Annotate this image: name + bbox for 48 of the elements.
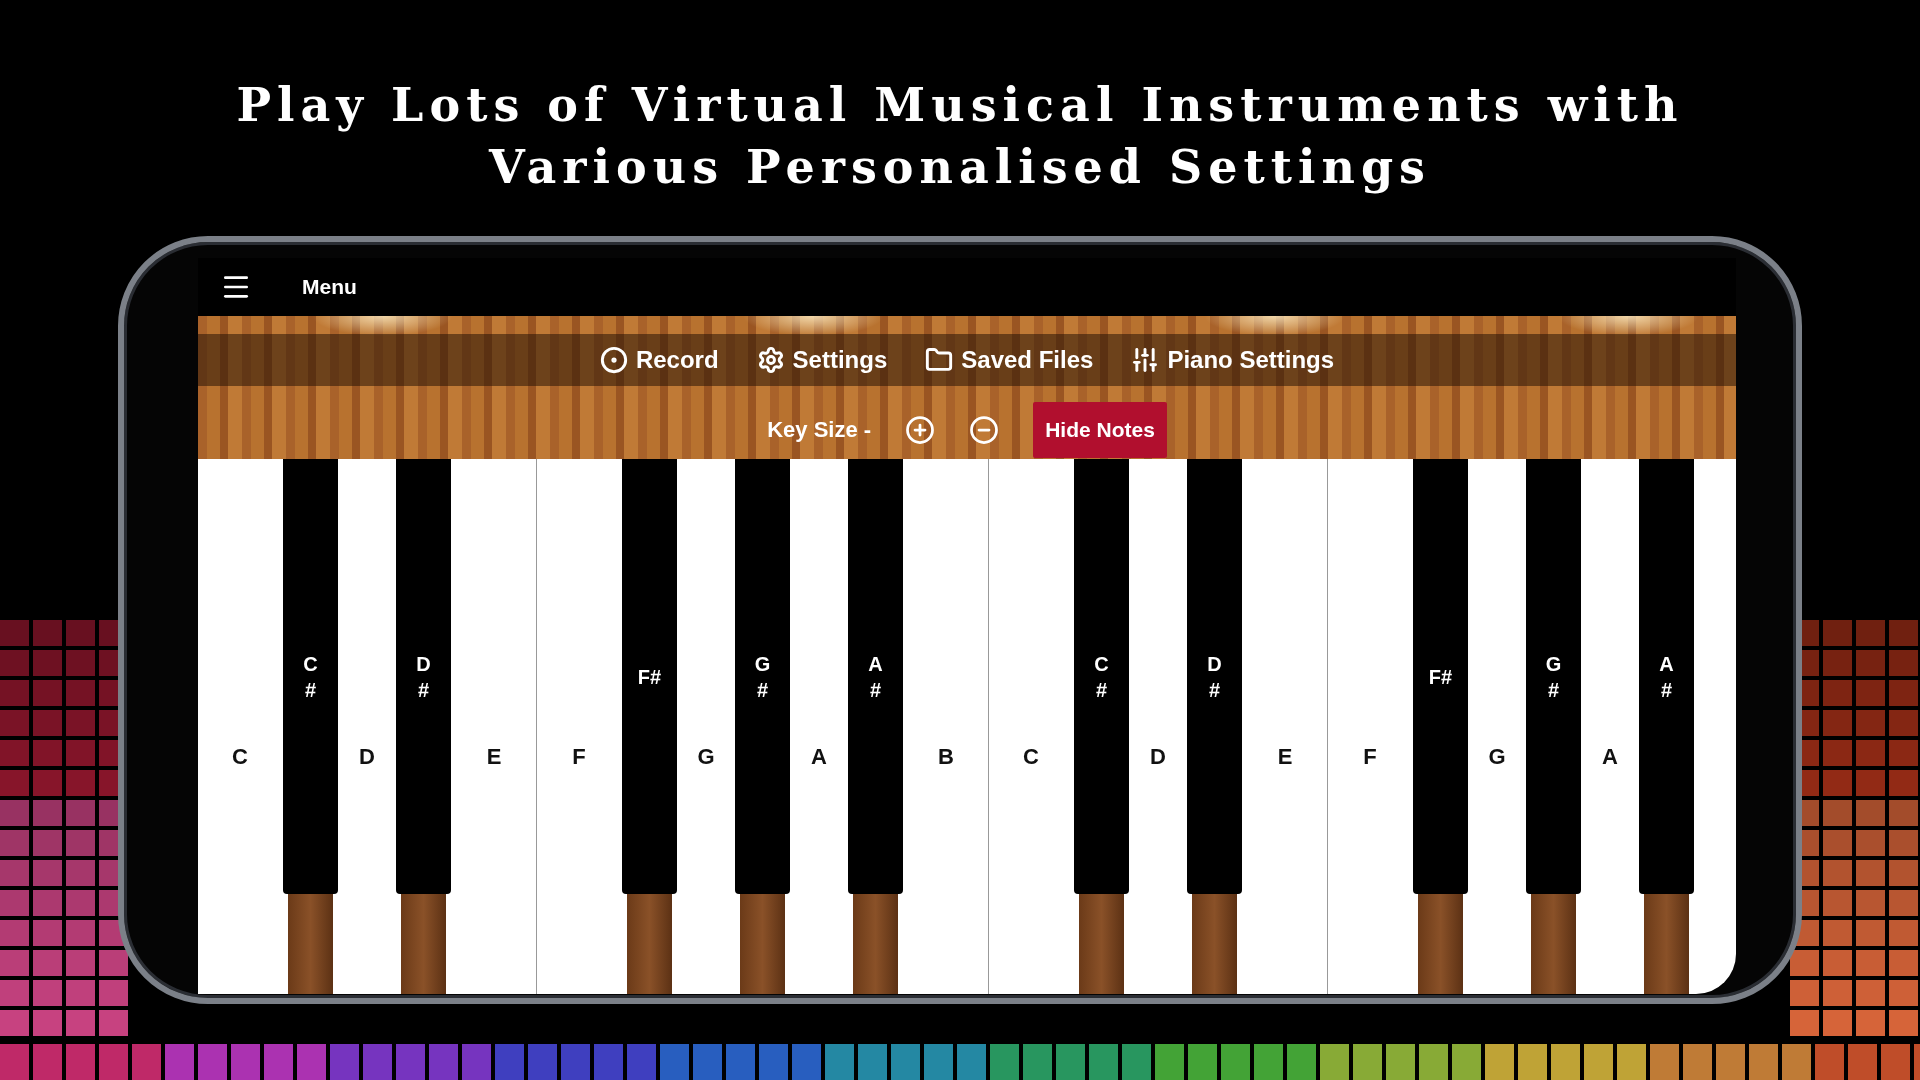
sharp-key[interactable]: F# <box>622 459 677 894</box>
sharp-key[interactable]: G # <box>735 459 790 894</box>
zoom-out-icon[interactable] <box>969 415 1000 445</box>
sharp-key[interactable]: D # <box>1187 459 1242 894</box>
zoom-in-icon[interactable] <box>905 415 936 445</box>
note-label: A <box>1602 744 1618 770</box>
sharp-key[interactable]: D # <box>396 459 451 894</box>
sharp-key[interactable]: C # <box>283 459 338 894</box>
toolbar-button[interactable]: Piano Settings <box>1131 346 1335 374</box>
hide-notes-button[interactable]: Hide Notes <box>1033 402 1167 458</box>
note-label: D # <box>1207 651 1222 703</box>
toolbar-button[interactable]: Settings <box>756 346 888 374</box>
note-label: A <box>811 744 827 770</box>
folder-icon <box>925 346 954 374</box>
note-label: F# <box>637 664 662 690</box>
sharp-key[interactable]: A # <box>1639 459 1694 894</box>
menu-title: Menu <box>302 275 357 299</box>
sharp-key[interactable]: A # <box>848 459 903 894</box>
note-label: B <box>938 744 954 770</box>
note-label: C <box>1023 744 1039 770</box>
note-label: G # <box>1545 651 1562 703</box>
sliders-icon <box>1131 346 1160 374</box>
toolbar-button[interactable]: Saved Files <box>925 346 1094 374</box>
headline: Various Personalised Settings <box>489 140 1431 194</box>
note-label: D <box>359 744 375 770</box>
note-label: D # <box>416 651 431 703</box>
note-label: F <box>1363 744 1377 770</box>
note-label: C <box>232 744 248 770</box>
record-icon <box>599 346 628 374</box>
settings-icon <box>756 346 785 374</box>
headline: Play Lots of Virtual Musical Instruments with <box>236 78 1684 132</box>
key-size-label: Key Size - <box>767 417 872 443</box>
note-label: E <box>486 744 502 770</box>
note-label: G <box>1488 744 1506 770</box>
note-label: C # <box>1094 651 1109 703</box>
note-label: C # <box>303 651 318 703</box>
sharp-key[interactable]: C # <box>1074 459 1129 894</box>
note-label: E <box>1277 744 1293 770</box>
note-label: A # <box>1659 651 1674 703</box>
note-label: G <box>697 744 715 770</box>
note-label: D <box>1150 744 1166 770</box>
toolbar-button[interactable]: Record <box>599 346 719 374</box>
sharp-key[interactable]: G # <box>1526 459 1581 894</box>
note-label: F# <box>1428 664 1453 690</box>
note-label: A # <box>868 651 883 703</box>
sharp-key[interactable]: F# <box>1413 459 1468 894</box>
note-label: F <box>572 744 586 770</box>
note-label: G # <box>754 651 771 703</box>
